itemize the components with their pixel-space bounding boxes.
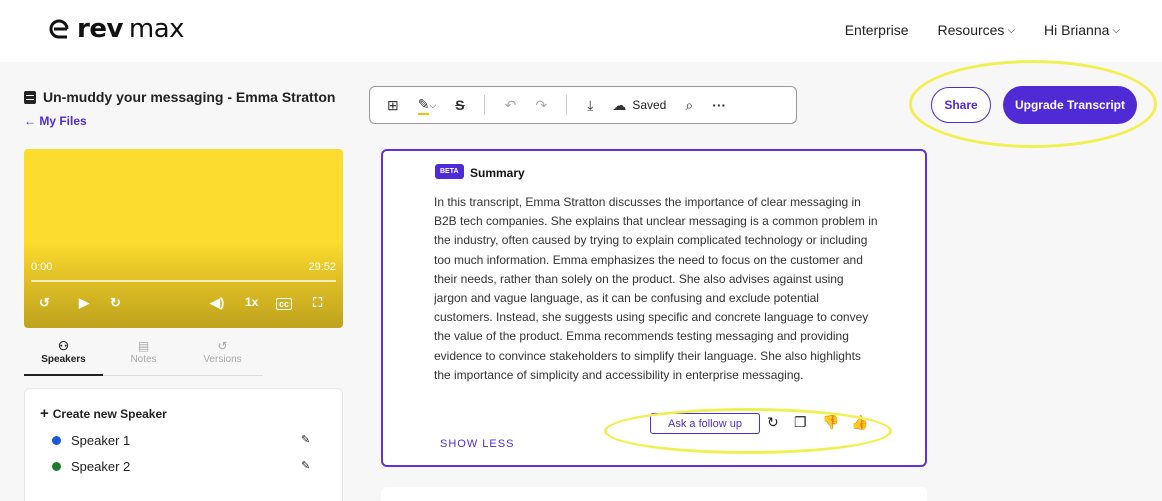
chevron-down-icon: ⌵: [1112, 24, 1120, 36]
speakers-icon: ⚇: [58, 339, 69, 353]
tab-versions[interactable]: ↺ Versions: [183, 339, 262, 365]
edit-pencil-icon[interactable]: ✎: [301, 459, 310, 472]
highlight-annotation-ellipse: [604, 408, 892, 454]
strikethrough-icon[interactable]: S: [455, 97, 464, 113]
speaker-color-dot: [52, 462, 61, 471]
top-navbar: rev max Enterprise Resources ⌵ Hi Brianna…: [0, 0, 1162, 62]
plus-icon: +: [40, 405, 49, 422]
forward-icon[interactable]: ↻: [110, 295, 121, 311]
play-icon[interactable]: ▶: [79, 295, 89, 311]
volume-icon[interactable]: ◀): [210, 295, 224, 311]
speaker-color-dot: [52, 436, 61, 445]
nav-resources-label: Resources: [937, 22, 1005, 38]
user-greeting: Hi Brianna: [1044, 22, 1110, 38]
nav-enterprise-label: Enterprise: [844, 22, 909, 38]
playback-speed[interactable]: 1x: [245, 295, 258, 309]
show-less-link[interactable]: SHOW LESS: [440, 438, 514, 450]
file-title-text: Un-muddy your messaging - Emma Stratton: [43, 89, 336, 105]
video-player[interactable]: 0:00 29:52 ↺ ▶ ↻ ◀) 1x cc ⛶: [24, 149, 343, 328]
saved-label: Saved: [632, 98, 667, 112]
progress-bar[interactable]: [31, 280, 336, 282]
nav-enterprise[interactable]: Enterprise: [845, 22, 909, 38]
fullscreen-icon[interactable]: ⛶: [313, 295, 322, 311]
tab-versions-label: Versions: [203, 354, 242, 365]
captions-icon[interactable]: cc: [276, 298, 293, 310]
speaker-item[interactable]: Speaker 2: [52, 459, 130, 474]
main-nav: Enterprise Resources ⌵ Hi Brianna ⌵: [816, 22, 1120, 38]
create-speaker-label: Create new Speaker: [52, 407, 167, 421]
editor-page: Un-muddy your messaging - Emma Stratton …: [0, 60, 1162, 501]
rev-logo-icon: [49, 19, 69, 39]
summary-title: Summary: [470, 166, 525, 180]
summary-body: In this transcript, Emma Stratton discus…: [434, 195, 878, 382]
undo-icon[interactable]: ↶: [505, 97, 517, 114]
file-title: Un-muddy your messaging - Emma Stratton: [24, 89, 335, 105]
logo-word-max: max: [128, 14, 185, 44]
chevron-down-icon: ⌵: [1007, 24, 1016, 36]
rewind-icon[interactable]: ↺: [39, 295, 50, 311]
versions-icon: ↺: [217, 339, 228, 353]
pen-icon: ✎: [417, 96, 430, 115]
my-files-link[interactable]: ← My Files: [24, 114, 87, 128]
redo-icon[interactable]: ↷: [535, 97, 547, 114]
edit-pencil-icon[interactable]: ✎: [301, 433, 310, 446]
tab-speakers-label: Speakers: [41, 354, 86, 365]
nav-resources-dropdown[interactable]: Resources ⌵: [938, 22, 1016, 38]
tab-notes-label: Notes: [130, 354, 157, 365]
toolbar-divider: [483, 95, 485, 115]
toolbar-divider: [566, 95, 568, 115]
transcript-card: [381, 487, 927, 501]
logo-word-rev: rev: [77, 14, 123, 44]
highlight-pen-dropdown[interactable]: ✎ ⌵: [417, 96, 436, 115]
document-icon: [24, 90, 36, 104]
duration: 29:52: [308, 261, 336, 273]
speaker-item[interactable]: Speaker 1: [52, 433, 130, 448]
search-icon[interactable]: ⌕: [685, 97, 693, 114]
rev-max-logo[interactable]: rev max: [47, 14, 185, 44]
editor-toolbar: ⊞ ✎ ⌵ S ↶ ↷ ⤓ ☁ Saved ⌕ ···: [369, 86, 797, 124]
tab-speakers[interactable]: ⚇ Speakers: [24, 339, 103, 376]
beta-badge: BETA: [435, 164, 464, 179]
speaker-name: Speaker 1: [71, 433, 131, 448]
download-icon[interactable]: ⤓: [587, 97, 593, 114]
create-speaker-button[interactable]: + Create new Speaker: [40, 405, 167, 422]
speakers-panel: + Create new Speaker Speaker 1 ✎ Speaker …: [24, 388, 343, 501]
add-comment-icon[interactable]: ⊞: [387, 97, 399, 114]
tab-notes[interactable]: ▤ Notes: [104, 339, 183, 365]
cloud-check-icon: ☁: [612, 96, 627, 113]
more-options-icon[interactable]: ···: [712, 97, 726, 113]
saved-status: ☁ Saved: [612, 97, 666, 114]
speaker-name: Speaker 2: [71, 459, 131, 474]
user-menu-dropdown[interactable]: Hi Brianna ⌵: [1044, 22, 1120, 38]
highlight-annotation-ellipse: [909, 60, 1157, 148]
left-panel-tabs: ⚇ Speakers ▤ Notes ↺ Versions: [24, 339, 263, 376]
current-time: 0:00: [31, 261, 53, 273]
notes-icon: ▤: [137, 339, 150, 353]
